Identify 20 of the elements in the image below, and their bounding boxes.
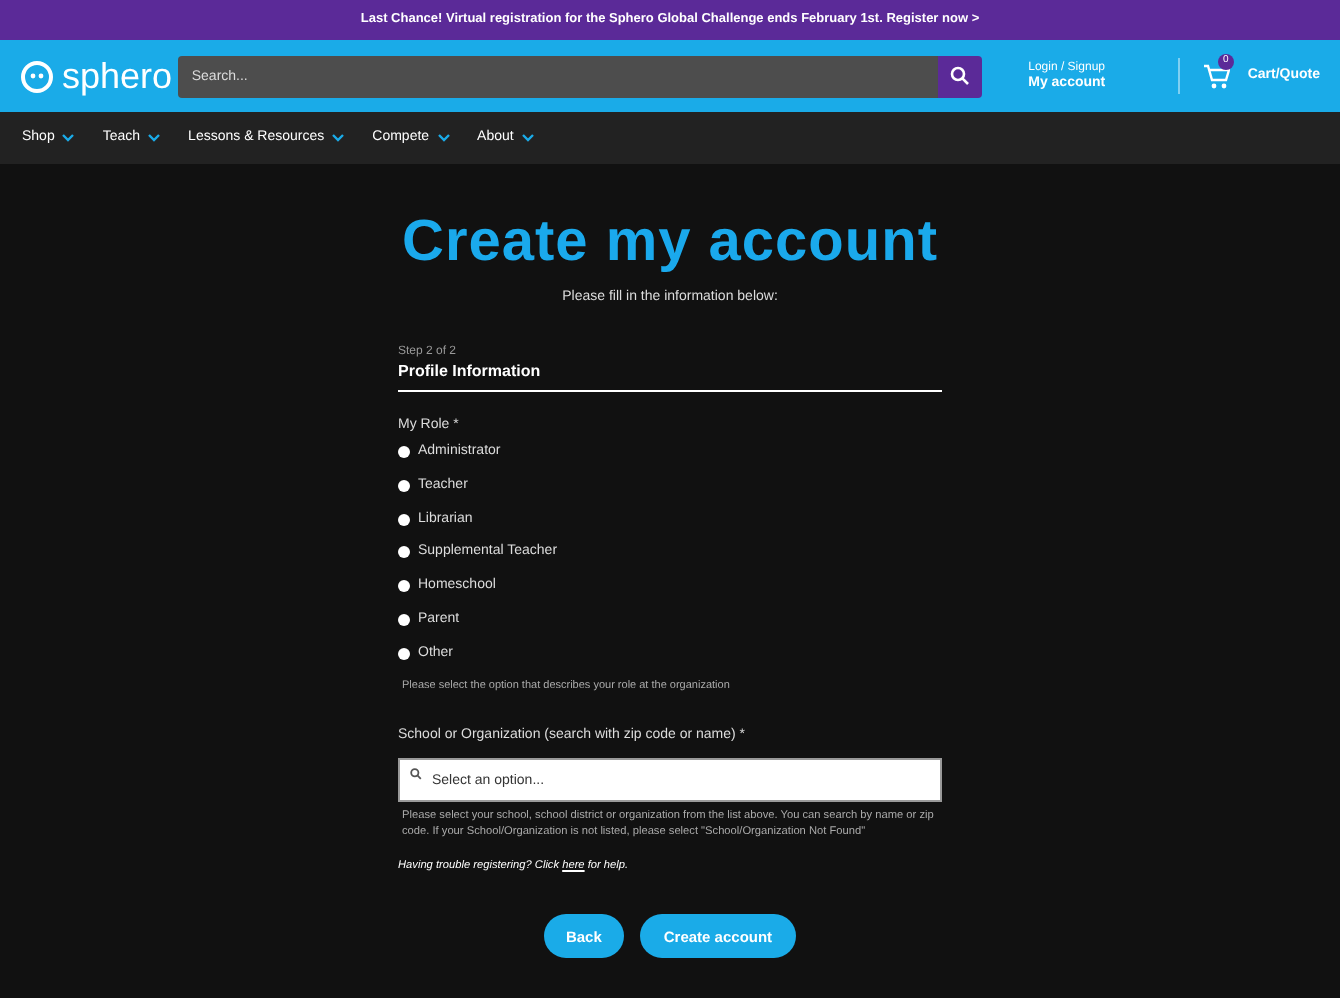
radio-button[interactable]: [398, 513, 410, 526]
cart-icon[interactable]: [1201, 63, 1230, 89]
radio-button[interactable]: [398, 613, 410, 626]
page-title: Create my account: [402, 214, 938, 272]
chevron-icon: [62, 134, 75, 142]
radio-button[interactable]: [398, 580, 410, 593]
chevron-icon: [148, 134, 161, 142]
search-icon: [950, 66, 971, 86]
radio-button[interactable]: [398, 546, 410, 559]
search-button[interactable]: [938, 55, 983, 97]
logo-icon: [20, 59, 54, 93]
radio-button[interactable]: [398, 647, 410, 660]
search-icon: [410, 767, 422, 780]
radio-button[interactable]: [398, 479, 410, 492]
chevron-icon: [332, 134, 345, 142]
logo-text: sphero: [62, 58, 173, 94]
section-title: Profile Information: [398, 359, 942, 391]
radio-button[interactable]: [398, 446, 410, 458]
chevron-icon: [521, 134, 534, 142]
chevron-icon: [437, 134, 450, 142]
